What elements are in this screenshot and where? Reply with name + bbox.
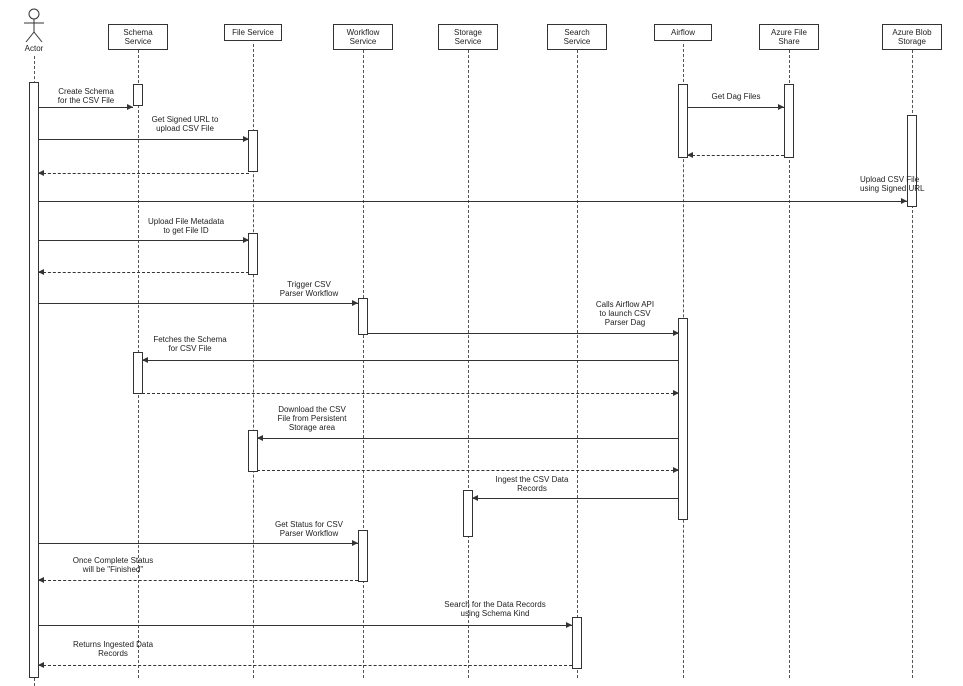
arrow [38, 577, 358, 583]
arrow [38, 136, 249, 142]
arrow [38, 104, 133, 110]
participant-actor: Actor [14, 8, 54, 53]
arrow [38, 170, 249, 176]
participant-airflow: Airflow [653, 24, 713, 41]
participant-label: Search Service [564, 28, 591, 46]
activation-file-1 [248, 130, 258, 172]
arrow [142, 390, 679, 396]
msg-return-records: Returns Ingested Data Records [73, 640, 153, 658]
activation-search [572, 617, 582, 669]
msg-ingest-records: Ingest the CSV Data Records [496, 475, 569, 493]
participant-azblob: Azure Blob Storage [882, 24, 942, 50]
participant-label: Storage Service [454, 28, 482, 46]
participant-label: Azure File Share [771, 28, 807, 46]
participant-label: Workflow Service [347, 28, 380, 46]
arrow [472, 495, 679, 501]
msg-upload-metadata: Upload File Metadata to get File ID [148, 217, 224, 235]
msg-fetch-schema: Fetches the Schema for CSV File [153, 335, 226, 353]
participant-label: Actor [14, 44, 54, 53]
activation-schema-1 [133, 84, 143, 106]
actor-icon [22, 8, 46, 44]
activation-airflow-2 [678, 318, 688, 520]
arrow [38, 300, 358, 306]
arrow [257, 435, 679, 441]
msg-get-dag-files: Get Dag Files [712, 92, 761, 101]
msg-get-status: Get Status for CSV Parser Workflow [275, 520, 343, 538]
participant-label: Airflow [671, 28, 695, 37]
arrow [38, 198, 907, 204]
arrow [367, 330, 679, 336]
msg-trigger-workflow: Trigger CSV Parser Workflow [280, 280, 339, 298]
arrow [257, 467, 679, 473]
msg-status-finished: Once Complete Status will be "Finished" [73, 556, 153, 574]
participant-file: File Service [223, 24, 283, 41]
arrow [38, 622, 572, 628]
participant-search: Search Service [547, 24, 607, 50]
activation-file-2 [248, 233, 258, 275]
arrow [38, 662, 572, 668]
msg-search-records: Search for the Data Records using Schema… [444, 600, 545, 618]
participant-label: Schema Service [123, 28, 152, 46]
arrow [38, 269, 249, 275]
participant-storage: Storage Service [438, 24, 498, 50]
participant-label: File Service [232, 28, 274, 37]
participant-workflow: Workflow Service [333, 24, 393, 50]
arrow [142, 357, 679, 363]
activation-workflow-2 [358, 530, 368, 582]
arrow [38, 237, 249, 243]
msg-create-schema: Create Schema for the CSV File [58, 87, 114, 105]
activation-airflow-1 [678, 84, 688, 158]
participant-label: Azure Blob Storage [892, 28, 931, 46]
arrow [38, 540, 358, 546]
msg-download-csv: Download the CSV File from Persistent St… [278, 405, 347, 433]
msg-upload-csv: Upload CSV File using Signed URL [860, 175, 924, 193]
msg-calls-airflow: Calls Airflow API to launch CSV Parser D… [596, 300, 654, 328]
participant-schema: Schema Service [108, 24, 168, 50]
arrow [687, 104, 784, 110]
activation-azfile [784, 84, 794, 158]
sequence-diagram: Actor Schema Service File Service Workfl… [0, 0, 963, 686]
participant-azfile: Azure File Share [759, 24, 819, 50]
arrow [687, 152, 784, 158]
msg-get-signed-url: Get Signed URL to upload CSV File [152, 115, 219, 133]
